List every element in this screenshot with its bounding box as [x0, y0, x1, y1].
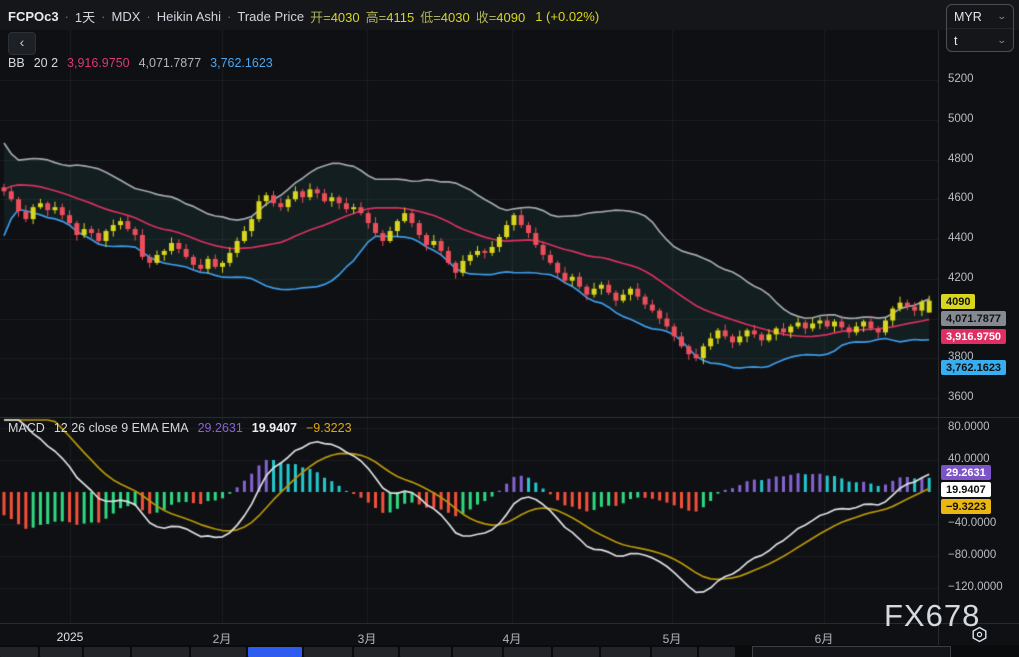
pane-separator[interactable] — [0, 417, 1019, 418]
strip-cell[interactable] — [453, 647, 502, 657]
bb-indicator-legend[interactable]: BB 20 2 3,916.9750 4,071.7877 3,762.1623 — [8, 56, 273, 70]
macd-hist-tag: 29.2631 — [941, 465, 991, 480]
separator-dot: · — [146, 9, 150, 24]
price-macd-chart-canvas[interactable] — [0, 30, 938, 623]
strip-cell[interactable] — [504, 647, 551, 657]
currency-dropdown[interactable]: MYR ⌄ — [947, 5, 1013, 29]
chevron-left-icon: ‹ — [20, 34, 25, 50]
bb-upper-value: 4,071.7877 — [139, 56, 202, 70]
currency-value: MYR — [954, 10, 982, 24]
strip-cell-active[interactable] — [248, 647, 302, 657]
price-tick-label: 5200 — [948, 73, 974, 85]
macd-signal-value: −9.3223 — [306, 421, 352, 435]
price-axis-border — [938, 30, 939, 645]
separator-dot: · — [227, 9, 231, 24]
ohlc-open: 开=4030 — [310, 7, 360, 26]
ohlc-high: 高=4115 — [366, 7, 415, 26]
price-tick-label: 4600 — [948, 192, 974, 204]
macd-line-tag: 19.9407 — [941, 482, 991, 497]
last-price-tag: 4090 — [941, 294, 975, 309]
bb-title: BB — [8, 56, 25, 70]
strip-cell[interactable] — [652, 647, 697, 657]
price-tick-label: 4400 — [948, 232, 974, 244]
strip-cell[interactable] — [553, 647, 599, 657]
time-axis-scale[interactable]: 20252月3月4月5月6月 — [0, 623, 1019, 646]
interval-label[interactable]: 1天 — [75, 7, 95, 26]
separator-dot: · — [65, 9, 69, 24]
macd-hist-value: 29.2631 — [198, 421, 243, 435]
strip-cell[interactable] — [132, 647, 189, 657]
strip-cell[interactable] — [191, 647, 246, 657]
chevron-down-icon: ⌄ — [997, 11, 1008, 22]
macd-title: MACD — [8, 421, 45, 435]
strip-cell[interactable] — [40, 647, 82, 657]
strip-cell[interactable] — [400, 647, 451, 657]
bb-params: 20 2 — [34, 56, 58, 70]
macd-tick-label: 40.0000 — [948, 453, 990, 465]
macd-tick-label: −40.0000 — [948, 517, 996, 529]
price-tick-label: 5000 — [948, 113, 974, 125]
strip-cell[interactable] — [0, 647, 38, 657]
chart-toolbar: FCPOc3 · 1天 · MDX · Heikin Ashi · Trade … — [0, 0, 1019, 30]
strip-cell[interactable] — [84, 647, 130, 657]
unit-value: t — [954, 34, 957, 48]
macd-tick-label: −80.0000 — [948, 549, 996, 561]
chart-type-label[interactable]: Heikin Ashi — [157, 9, 221, 24]
currency-unit-selector: MYR ⌄ t ⌄ — [946, 4, 1014, 52]
bottom-strip-box[interactable] — [752, 646, 951, 657]
symbol-name[interactable]: FCPOc3 — [8, 9, 59, 24]
price-type-label: Trade Price — [237, 9, 304, 24]
bb-lower-value: 3,762.1623 — [210, 56, 273, 70]
unit-dropdown[interactable]: t ⌄ — [947, 29, 1013, 52]
price-change: 1 (+0.02%) — [535, 9, 599, 24]
ohlc-close: 收=4090 — [476, 7, 526, 26]
macd-tick-label: 80.0000 — [948, 421, 990, 433]
chevron-down-icon: ⌄ — [997, 35, 1008, 46]
strip-cell[interactable] — [699, 647, 735, 657]
macd-params: 12 26 close 9 EMA EMA — [54, 421, 189, 435]
strip-cell[interactable] — [304, 647, 352, 657]
bb-basis-tag: 3,916.9750 — [941, 329, 1006, 344]
time-axis-label: 2025 — [57, 630, 84, 644]
back-button[interactable]: ‹ — [8, 32, 36, 55]
strip-cell[interactable] — [354, 647, 398, 657]
price-tick-label: 4200 — [948, 272, 974, 284]
bb-upper-tag: 4,071.7877 — [941, 311, 1006, 326]
macd-signal-tag: −9.3223 — [941, 499, 991, 514]
symbol-title-row: FCPOc3 · 1天 · MDX · Heikin Ashi · Trade … — [8, 7, 599, 26]
price-tick-label: 4800 — [948, 153, 974, 165]
bb-lower-tag: 3,762.1623 — [941, 360, 1006, 375]
macd-line-value: 19.9407 — [252, 421, 297, 435]
trading-chart-app: FCPOc3 · 1天 · MDX · Heikin Ashi · Trade … — [0, 0, 1019, 657]
strip-cell[interactable] — [601, 647, 650, 657]
price-tick-label: 3600 — [948, 391, 974, 403]
macd-tick-label: −120.0000 — [948, 581, 1003, 593]
separator-dot: · — [101, 9, 105, 24]
macd-indicator-legend[interactable]: MACD 12 26 close 9 EMA EMA 29.2631 19.94… — [8, 421, 352, 435]
ohlc-low: 低=4030 — [420, 7, 470, 26]
bottom-strip — [0, 645, 1019, 657]
exchange-label: MDX — [112, 9, 141, 24]
bb-basis-value: 3,916.9750 — [67, 56, 130, 70]
